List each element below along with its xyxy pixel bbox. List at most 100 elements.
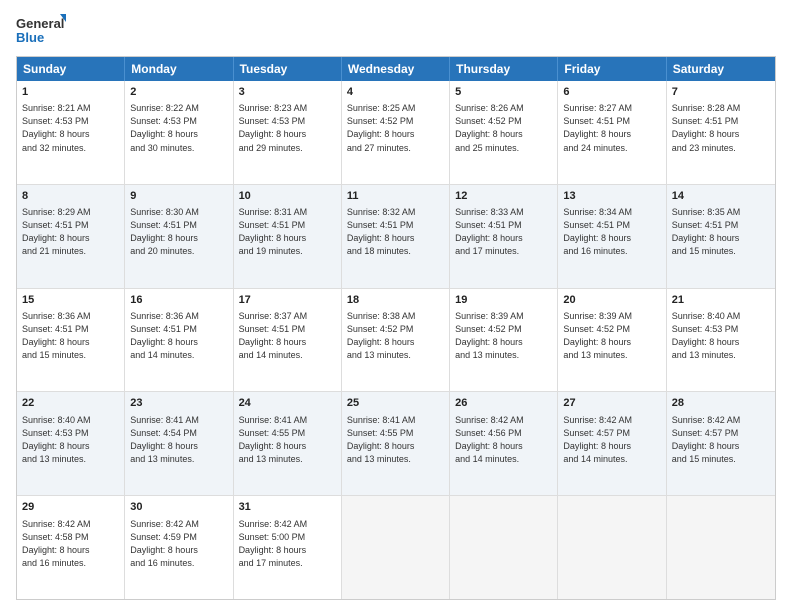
cell-info-line: Daylight: 8 hours [455,128,552,141]
cell-info-line: Sunset: 4:51 PM [455,219,552,232]
cell-info-line: Sunrise: 8:26 AM [455,102,552,115]
day-number: 26 [455,396,552,411]
calendar-row-5: 29Sunrise: 8:42 AMSunset: 4:58 PMDayligh… [17,495,775,599]
cell-info-line: Sunset: 4:51 PM [22,323,119,336]
cell-info-line: Sunset: 4:52 PM [347,323,444,336]
cell-info-line: Daylight: 8 hours [563,440,660,453]
day-cell-2: 2Sunrise: 8:22 AMSunset: 4:53 PMDaylight… [125,81,233,184]
cell-info-line: Sunrise: 8:41 AM [239,414,336,427]
header-day-thursday: Thursday [450,57,558,81]
cell-info-line: Daylight: 8 hours [455,232,552,245]
day-cell-13: 13Sunrise: 8:34 AMSunset: 4:51 PMDayligh… [558,185,666,288]
calendar-row-2: 8Sunrise: 8:29 AMSunset: 4:51 PMDaylight… [17,184,775,288]
cell-info-line: Sunrise: 8:42 AM [455,414,552,427]
cell-info-line: Sunset: 4:51 PM [239,219,336,232]
header-day-monday: Monday [125,57,233,81]
cell-info-line: Sunset: 4:51 PM [347,219,444,232]
cell-info-line: and 32 minutes. [22,142,119,155]
cell-info-line: Daylight: 8 hours [672,232,770,245]
cell-info-line: Sunrise: 8:32 AM [347,206,444,219]
cell-info-line: Daylight: 8 hours [22,544,119,557]
cell-info-line: and 15 minutes. [22,349,119,362]
cell-info-line: Sunrise: 8:40 AM [22,414,119,427]
day-number: 10 [239,189,336,204]
cell-info-line: and 14 minutes. [563,453,660,466]
day-cell-29: 29Sunrise: 8:42 AMSunset: 4:58 PMDayligh… [17,496,125,599]
cell-info-line: and 17 minutes. [239,557,336,570]
empty-cell [450,496,558,599]
day-cell-27: 27Sunrise: 8:42 AMSunset: 4:57 PMDayligh… [558,392,666,495]
day-number: 15 [22,293,119,308]
cell-info-line: and 25 minutes. [455,142,552,155]
cell-info-line: Daylight: 8 hours [130,336,227,349]
calendar-row-4: 22Sunrise: 8:40 AMSunset: 4:53 PMDayligh… [17,391,775,495]
cell-info-line: Sunset: 4:55 PM [239,427,336,440]
day-cell-16: 16Sunrise: 8:36 AMSunset: 4:51 PMDayligh… [125,289,233,392]
day-cell-4: 4Sunrise: 8:25 AMSunset: 4:52 PMDaylight… [342,81,450,184]
day-number: 20 [563,293,660,308]
cell-info-line: Daylight: 8 hours [239,440,336,453]
cell-info-line: Daylight: 8 hours [672,336,770,349]
day-number: 5 [455,85,552,100]
cell-info-line: Sunrise: 8:33 AM [455,206,552,219]
cell-info-line: Daylight: 8 hours [22,232,119,245]
day-cell-17: 17Sunrise: 8:37 AMSunset: 4:51 PMDayligh… [234,289,342,392]
cell-info-line: Sunrise: 8:42 AM [563,414,660,427]
day-number: 16 [130,293,227,308]
calendar-header: SundayMondayTuesdayWednesdayThursdayFrid… [17,57,775,81]
day-cell-5: 5 Sunrise: 8:26 AMSunset: 4:52 PMDaylight… [450,81,558,184]
cell-info-line: and 23 minutes. [672,142,770,155]
day-number: 14 [672,189,770,204]
day-cell-6: 6Sunrise: 8:27 AMSunset: 4:51 PMDaylight… [558,81,666,184]
cell-info-line: Sunset: 4:53 PM [239,115,336,128]
day-cell-12: 12Sunrise: 8:33 AMSunset: 4:51 PMDayligh… [450,185,558,288]
cell-info-line: Sunset: 4:53 PM [22,115,119,128]
header-day-sunday: Sunday [17,57,125,81]
day-number: 31 [239,500,336,515]
cell-info-line: Sunset: 4:53 PM [130,115,227,128]
cell-info-line: Sunrise: 8:39 AM [455,310,552,323]
calendar-row-1: 1Sunrise: 8:21 AMSunset: 4:53 PMDaylight… [17,81,775,184]
day-number: 25 [347,396,444,411]
calendar-row-3: 15Sunrise: 8:36 AMSunset: 4:51 PMDayligh… [17,288,775,392]
cell-info-line: Sunrise: 8:34 AM [563,206,660,219]
day-number: 13 [563,189,660,204]
cell-info-line: and 30 minutes. [130,142,227,155]
calendar-body: 1Sunrise: 8:21 AMSunset: 4:53 PMDaylight… [17,81,775,599]
day-number: 28 [672,396,770,411]
cell-info-line: and 14 minutes. [130,349,227,362]
cell-info-line: and 13 minutes. [563,349,660,362]
cell-info-line: Daylight: 8 hours [347,440,444,453]
day-cell-10: 10Sunrise: 8:31 AMSunset: 4:51 PMDayligh… [234,185,342,288]
cell-info-line: and 24 minutes. [563,142,660,155]
calendar: SundayMondayTuesdayWednesdayThursdayFrid… [16,56,776,600]
cell-info-line: Sunset: 4:56 PM [455,427,552,440]
day-number: 29 [22,500,119,515]
cell-info-line: Sunset: 4:53 PM [22,427,119,440]
cell-info-line: Sunset: 4:51 PM [563,115,660,128]
cell-info-line: Sunset: 4:52 PM [563,323,660,336]
cell-info-line: and 19 minutes. [239,245,336,258]
day-number: 7 [672,85,770,100]
cell-info-line: Sunset: 4:52 PM [455,115,552,128]
cell-info-line: Sunrise: 8:37 AM [239,310,336,323]
cell-info-line: Daylight: 8 hours [455,440,552,453]
day-cell-25: 25Sunrise: 8:41 AMSunset: 4:55 PMDayligh… [342,392,450,495]
day-cell-3: 3Sunrise: 8:23 AMSunset: 4:53 PMDaylight… [234,81,342,184]
cell-info-line: Daylight: 8 hours [239,336,336,349]
cell-info-line: Daylight: 8 hours [130,232,227,245]
cell-info-line: Sunset: 4:51 PM [130,219,227,232]
day-number: 2 [130,85,227,100]
day-number: 17 [239,293,336,308]
cell-info-line: Daylight: 8 hours [130,128,227,141]
cell-info-line: Daylight: 8 hours [130,544,227,557]
cell-info-line: and 18 minutes. [347,245,444,258]
day-cell-28: 28Sunrise: 8:42 AMSunset: 4:57 PMDayligh… [667,392,775,495]
day-number: 18 [347,293,444,308]
empty-cell [667,496,775,599]
cell-info-line: and 16 minutes. [22,557,119,570]
day-cell-21: 21Sunrise: 8:40 AMSunset: 4:53 PMDayligh… [667,289,775,392]
cell-info-line: Sunrise: 8:23 AM [239,102,336,115]
cell-info-line: Daylight: 8 hours [563,336,660,349]
cell-info-line: Sunrise: 8:31 AM [239,206,336,219]
